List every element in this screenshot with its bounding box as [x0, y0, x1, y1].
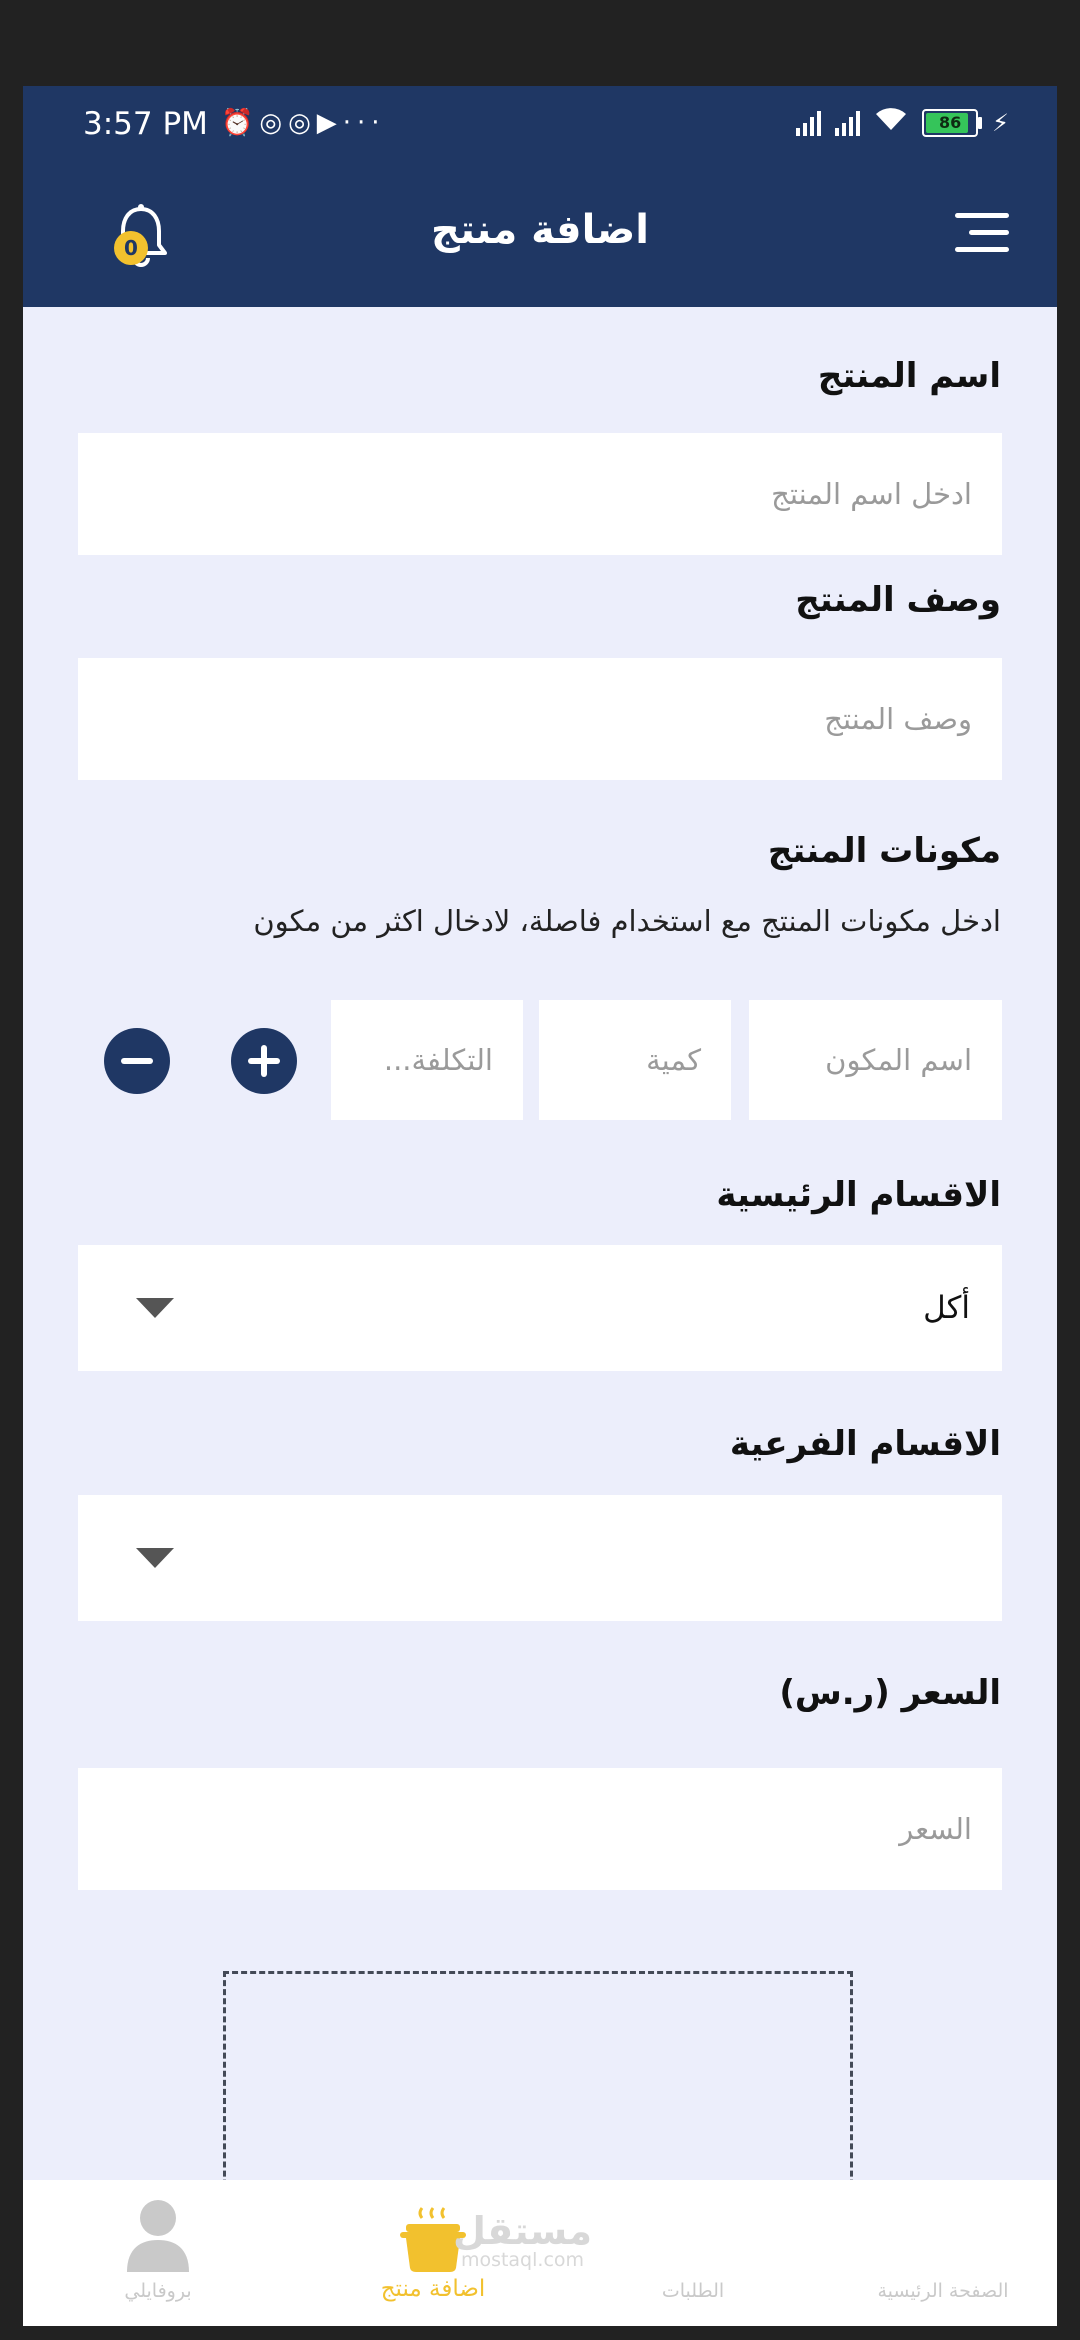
main-category-label: الاقسام الرئيسية [716, 1175, 1001, 1215]
product-name-input[interactable]: ادخل اسم المنتج [78, 433, 1002, 555]
wifi-icon [874, 106, 908, 139]
price-placeholder: السعر [899, 1812, 972, 1846]
signal-icon [796, 110, 822, 136]
sub-category-label: الاقسام الفرعية [729, 1424, 1001, 1464]
status-bar: 3:57 PM ⏰◎◎▶··· 86 ⚡ [23, 86, 1057, 159]
remove-ingredient-button[interactable] [104, 1028, 170, 1094]
product-description-label: وصف المنتج [795, 580, 1001, 620]
more-icon: ··· [342, 108, 386, 138]
main-category-value: أكل [923, 1290, 970, 1326]
chevron-down-icon [136, 1298, 174, 1318]
notification-icon: ◎ [288, 108, 317, 138]
youtube-icon: ▶ [316, 108, 343, 138]
add-ingredient-button[interactable] [231, 1028, 297, 1094]
watermark-url: mostaql.com [460, 2249, 585, 2271]
ingredient-name-placeholder: اسم المكون [825, 1043, 972, 1077]
ingredient-quantity-input[interactable]: كمية [539, 1000, 731, 1120]
charging-icon: ⚡ [992, 108, 1009, 137]
app-bar: اضافة منتج [23, 159, 1057, 307]
ingredient-cost-placeholder: التكلفة... [383, 1043, 493, 1077]
status-notification-icons: ⏰◎◎▶··· [221, 108, 386, 138]
watermark-logo: مستقل mostaql.com [453, 2209, 592, 2271]
price-input[interactable]: السعر [78, 1768, 1002, 1890]
signal-icon [835, 110, 861, 136]
status-time: 3:57 PM [83, 106, 208, 142]
ingredients-hint: ادخل مكونات المنتج مع استخدام فاصلة، لاد… [253, 904, 1001, 938]
nav-item-orders[interactable]: الطلبات [633, 2180, 753, 2326]
product-description-placeholder: وصف المنتج [824, 702, 972, 736]
nav-label-home: الصفحة الرئيسية [877, 2280, 1009, 2302]
user-icon [127, 2200, 189, 2272]
menu-icon[interactable] [955, 213, 1009, 253]
price-label: السعر (ر.س) [779, 1673, 1001, 1713]
battery-level: 86 [939, 112, 962, 132]
ingredients-label: مكونات المنتج [767, 831, 1001, 871]
nav-item-profile[interactable]: بروفايلي [93, 2180, 223, 2326]
sub-category-select[interactable] [78, 1495, 1002, 1621]
notification-icon: ◎ [259, 108, 289, 138]
nav-label-profile: بروفايلي [124, 2280, 192, 2302]
ingredient-cost-input[interactable]: التكلفة... [331, 1000, 523, 1120]
product-name-placeholder: ادخل اسم المنتج [771, 477, 972, 511]
product-description-input[interactable]: وصف المنتج [78, 658, 1002, 780]
page-title: اضافة منتج [430, 207, 649, 253]
ingredient-name-input[interactable]: اسم المكون [749, 1000, 1002, 1120]
watermark-name: مستقل [453, 2209, 592, 2253]
nav-label-orders: الطلبات [661, 2280, 725, 2302]
minus-icon [121, 1058, 153, 1064]
battery-icon: 86 [922, 108, 983, 137]
notification-badge: 0 [114, 231, 148, 265]
nav-label-add-product: اضافة منتج [380, 2276, 486, 2302]
nav-item-home[interactable]: الصفحة الرئيسية [843, 2180, 1043, 2326]
product-name-label: اسم المنتج [817, 356, 1001, 396]
chevron-down-icon [136, 1548, 174, 1568]
ingredient-quantity-placeholder: كمية [646, 1043, 701, 1077]
app-screen: 3:57 PM ⏰◎◎▶··· 86 ⚡ اضافة منتج 0 اسم ال… [23, 86, 1057, 2326]
alarm-icon: ⏰ [221, 108, 260, 138]
status-system-icons: 86 ⚡ [796, 106, 1009, 139]
main-category-select[interactable]: أكل [78, 1245, 1002, 1371]
